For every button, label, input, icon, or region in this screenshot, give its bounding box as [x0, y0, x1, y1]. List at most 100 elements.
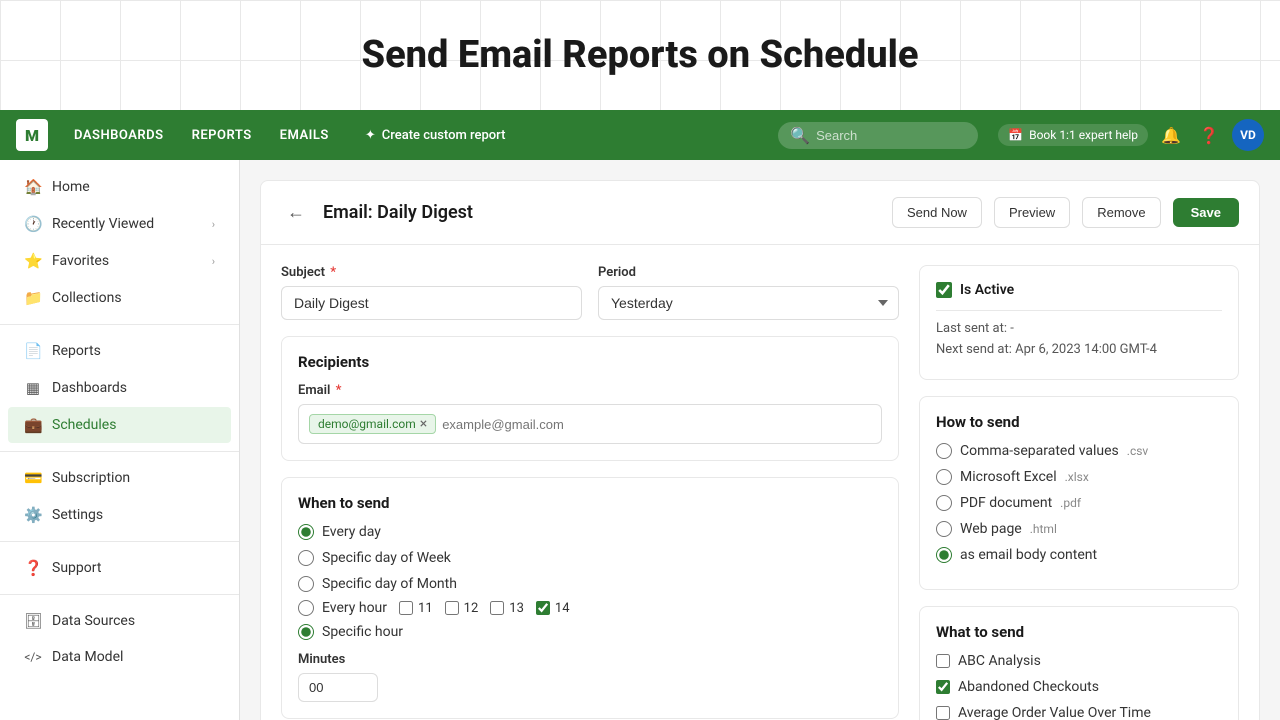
remove-button[interactable]: Remove — [1082, 197, 1160, 228]
format-pdf-radio[interactable] — [936, 495, 952, 511]
sidebar-item-recently-viewed[interactable]: 🕐 Recently Viewed › — [8, 206, 231, 242]
support-icon: ❓ — [24, 559, 42, 577]
minutes-input[interactable] — [298, 673, 378, 702]
notifications-button[interactable]: 🔔 — [1156, 120, 1186, 150]
email-tag-demo: demo@gmail.com × — [309, 414, 436, 434]
nav-create-custom[interactable]: ✦ Create custom report — [355, 122, 516, 149]
back-button[interactable]: ← — [281, 198, 311, 228]
sidebar-item-settings[interactable]: ⚙️ Settings — [8, 497, 231, 533]
specific-hour-option[interactable]: Specific hour — [298, 624, 882, 640]
is-active-checkbox[interactable] — [936, 282, 952, 298]
hour-13-checkbox[interactable] — [490, 601, 504, 615]
page-title-area: Send Email Reports on Schedule — [0, 0, 1280, 110]
status-divider — [936, 310, 1222, 311]
sidebar-item-subscription[interactable]: 💳 Subscription — [8, 460, 231, 496]
arrow-left-icon: ← — [287, 202, 305, 223]
settings-icon: ⚙️ — [24, 506, 42, 524]
sidebar-item-data-sources[interactable]: 🗄 Data Sources — [8, 603, 231, 639]
sidebar-item-schedules[interactable]: 💼 Schedules — [8, 407, 231, 443]
period-group: Period YesterdayTodayLast 7 daysLast 30 … — [598, 265, 899, 320]
subject-group: Subject * — [281, 265, 582, 320]
sidebar-label-collections: Collections — [52, 290, 122, 306]
sidebar-divider-4 — [0, 594, 239, 595]
specific-hour-row: Specific hour — [298, 624, 882, 640]
chevron-right-icon: › — [212, 218, 215, 231]
format-email-body[interactable]: as email body content — [936, 547, 1222, 563]
format-csv[interactable]: Comma-separated values .csv — [936, 443, 1222, 459]
nav-dashboards[interactable]: DASHBOARDS — [64, 122, 174, 149]
minutes-label: Minutes — [298, 652, 882, 667]
format-email-body-radio[interactable] — [936, 547, 952, 563]
send-now-button[interactable]: Send Now — [892, 197, 982, 228]
nav-emails[interactable]: EMAILS — [270, 122, 339, 149]
sidebar-divider-1 — [0, 324, 239, 325]
format-csv-radio[interactable] — [936, 443, 952, 459]
sidebar-item-favorites[interactable]: ⭐ Favorites › — [8, 243, 231, 279]
what-abc-checkbox[interactable] — [936, 654, 950, 668]
what-avg-order-value[interactable]: Average Order Value Over Time — [936, 705, 1222, 720]
sidebar-item-data-model[interactable]: </> Data Model — [8, 640, 231, 674]
what-avg-order-value-checkbox[interactable] — [936, 706, 950, 720]
next-send-text: Next send at: Apr 6, 2023 14:00 GMT-4 — [936, 342, 1222, 357]
chevron-right-icon-fav: › — [212, 255, 215, 268]
specific-month-radio[interactable] — [298, 576, 314, 592]
sidebar: 🏠 Home 🕐 Recently Viewed › ⭐ Favorites ›… — [0, 160, 240, 720]
format-xlsx[interactable]: Microsoft Excel .xlsx — [936, 469, 1222, 485]
period-select[interactable]: YesterdayTodayLast 7 daysLast 30 daysThi… — [598, 286, 899, 320]
email-label: Email * — [298, 383, 882, 398]
search-input[interactable] — [816, 128, 956, 143]
preview-button[interactable]: Preview — [994, 197, 1070, 228]
data-sources-icon: 🗄 — [24, 612, 42, 630]
sidebar-label-data-model: Data Model — [52, 649, 123, 665]
hour-14-checkbox-item: 14 — [536, 601, 570, 616]
recipients-title: Recipients — [298, 353, 882, 371]
specific-week-radio[interactable] — [298, 550, 314, 566]
email-tag-input[interactable]: demo@gmail.com × — [298, 404, 882, 444]
specific-week-option[interactable]: Specific day of Week — [298, 550, 882, 566]
status-card: Is Active Last sent at: - Next send at: … — [919, 265, 1239, 380]
format-html-radio[interactable] — [936, 521, 952, 537]
sidebar-item-home[interactable]: 🏠 Home — [8, 169, 231, 205]
sidebar-label-recently-viewed: Recently Viewed — [52, 216, 154, 232]
hour-12-checkbox-item: 12 — [445, 601, 479, 616]
format-pdf[interactable]: PDF document .pdf — [936, 495, 1222, 511]
every-hour-option[interactable]: Every hour — [298, 600, 387, 616]
subject-input[interactable] — [281, 286, 582, 320]
sidebar-label-data-sources: Data Sources — [52, 613, 135, 629]
help-circle-button[interactable]: ❓ — [1194, 120, 1224, 150]
sidebar-item-reports[interactable]: 📄 Reports — [8, 333, 231, 369]
email-input[interactable] — [442, 417, 871, 432]
format-html[interactable]: Web page .html — [936, 521, 1222, 537]
nav-icons: 📅 Book 1:1 expert help 🔔 ❓ VD — [998, 119, 1264, 151]
every-hour-radio[interactable] — [298, 600, 314, 616]
what-abandoned-checkbox[interactable] — [936, 680, 950, 694]
hour-12-checkbox[interactable] — [445, 601, 459, 615]
folder-icon: 📁 — [24, 289, 42, 307]
nav-reports[interactable]: REPORTS — [182, 122, 262, 149]
active-row: Is Active — [936, 282, 1222, 298]
what-abandoned[interactable]: Abandoned Checkouts — [936, 679, 1222, 695]
save-button[interactable]: Save — [1173, 198, 1239, 227]
nav-search: 🔍 — [778, 122, 978, 149]
sidebar-label-settings: Settings — [52, 507, 103, 523]
every-day-option[interactable]: Every day — [298, 524, 882, 540]
email-group: Email * demo@gmail.com × — [298, 383, 882, 444]
every-day-radio[interactable] — [298, 524, 314, 540]
specific-hour-radio[interactable] — [298, 624, 314, 640]
what-abc[interactable]: ABC Analysis — [936, 653, 1222, 669]
nav-logo[interactable]: M — [16, 119, 48, 151]
format-xlsx-radio[interactable] — [936, 469, 952, 485]
how-to-send-section: How to send Comma-separated values .csv … — [919, 396, 1239, 590]
tag-remove-button[interactable]: × — [420, 417, 427, 431]
sidebar-item-dashboards[interactable]: ▦ Dashboards — [8, 370, 231, 406]
sidebar-divider-3 — [0, 541, 239, 542]
user-avatar[interactable]: VD — [1232, 119, 1264, 151]
frequency-radio-group: Every day Specific day of Week Specific … — [298, 524, 882, 592]
page-title: Send Email Reports on Schedule — [361, 33, 918, 77]
book-help-button[interactable]: 📅 Book 1:1 expert help — [998, 124, 1148, 146]
sidebar-item-collections[interactable]: 📁 Collections — [8, 280, 231, 316]
hour-14-checkbox[interactable] — [536, 601, 550, 615]
specific-month-option[interactable]: Specific day of Month — [298, 576, 882, 592]
sidebar-item-support[interactable]: ❓ Support — [8, 550, 231, 586]
hour-11-checkbox[interactable] — [399, 601, 413, 615]
